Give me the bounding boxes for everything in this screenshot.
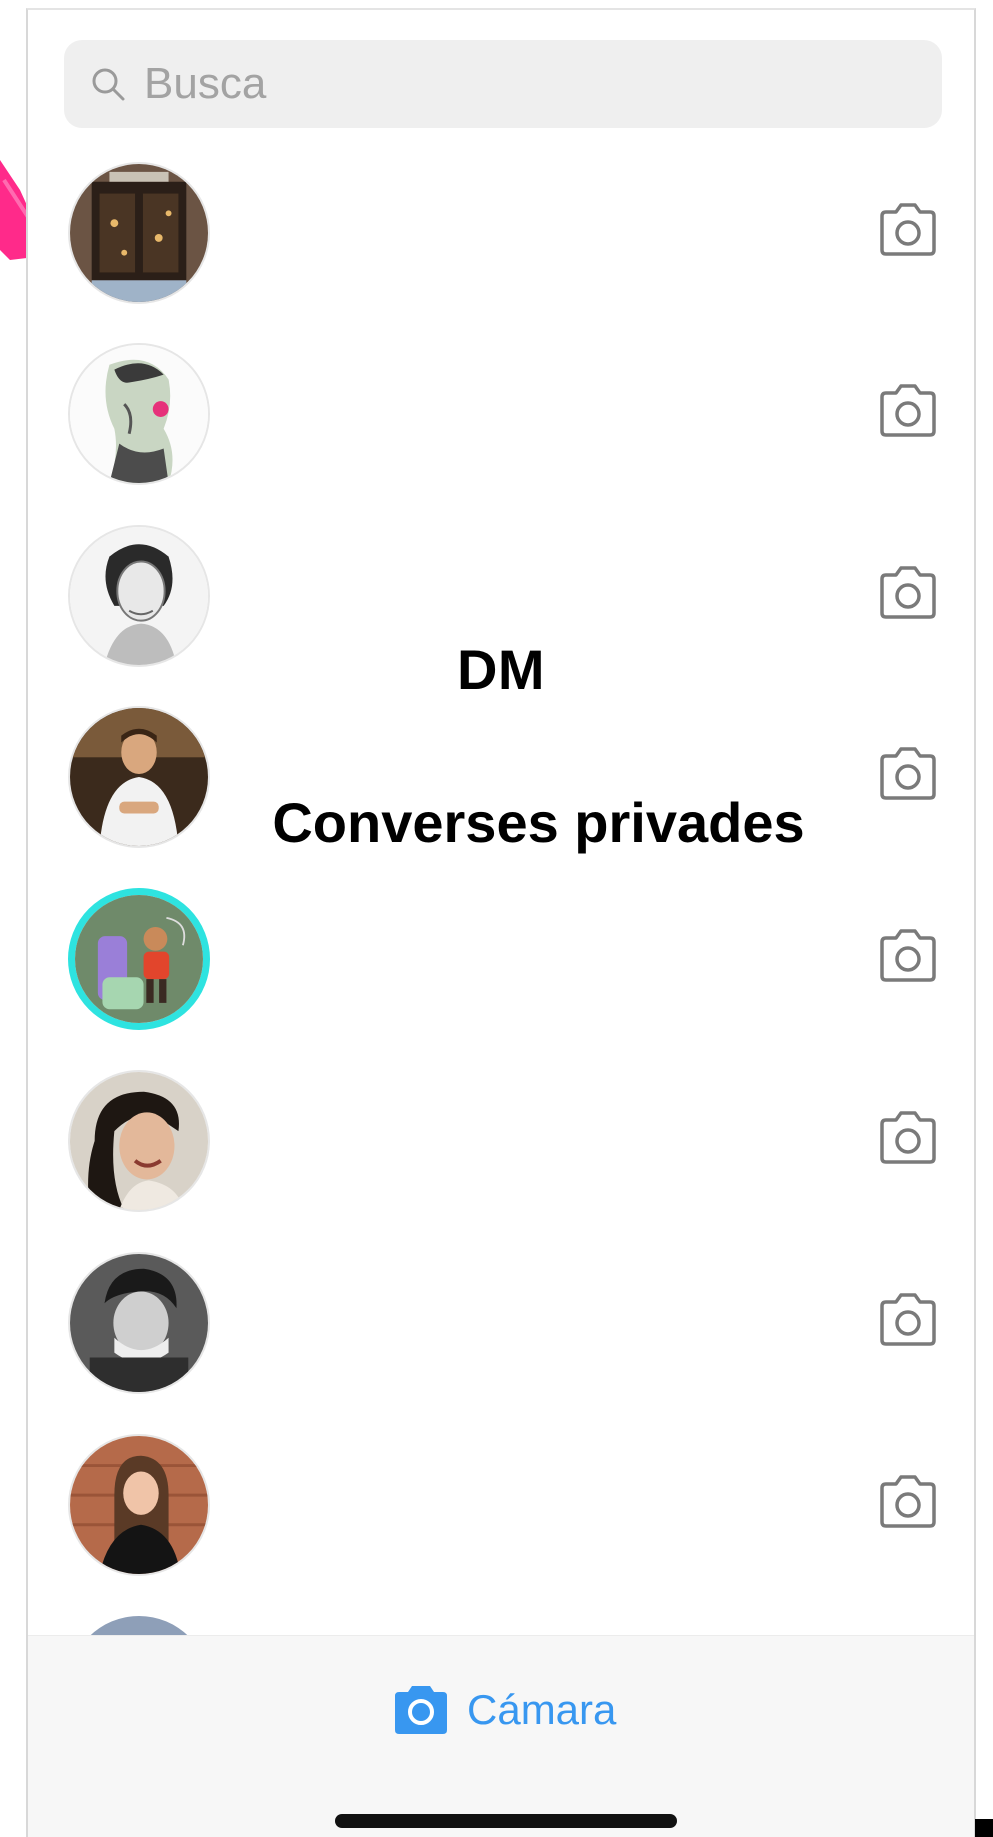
conversation-row[interactable] — [28, 343, 974, 525]
avatar-illustrated-man[interactable] — [68, 343, 210, 485]
search-placeholder: Busca — [144, 59, 267, 108]
overlay-subtitle: Converses privades — [272, 791, 805, 854]
home-indicator — [335, 1814, 677, 1828]
camera-icon[interactable] — [876, 1472, 940, 1530]
camera-icon[interactable] — [876, 200, 940, 258]
avatar-smiling-woman[interactable] — [68, 1070, 210, 1212]
conversation-row[interactable] — [28, 1070, 974, 1252]
camera-filled-icon — [395, 1686, 447, 1734]
conversation-row[interactable] — [28, 888, 974, 1070]
overlay-title: DM — [456, 638, 546, 701]
camera-icon[interactable] — [876, 563, 940, 621]
conversation-row[interactable] — [28, 1434, 974, 1616]
search-icon — [92, 68, 125, 101]
avatar-bw-man[interactable] — [68, 1252, 210, 1394]
conversation-row[interactable] — [28, 1252, 974, 1434]
camera-icon[interactable] — [876, 1290, 940, 1348]
avatar-cartoon-teal[interactable] — [68, 888, 210, 1030]
bottom-bar: Cámara — [28, 1635, 974, 1837]
conversation-row[interactable] — [28, 162, 974, 344]
search-input[interactable]: Busca — [64, 40, 942, 128]
corner-block — [975, 1819, 993, 1837]
avatar-shop-window[interactable] — [68, 162, 210, 304]
camera-tab-button[interactable]: Cámara — [393, 1680, 616, 1740]
direct-messages-screen: Busca Cámara — [26, 8, 976, 1837]
camera-icon[interactable] — [876, 1108, 940, 1166]
avatar-woman-brick[interactable] — [68, 1434, 210, 1576]
camera-tab-label: Cámara — [467, 1686, 617, 1733]
camera-icon[interactable] — [876, 926, 940, 984]
camera-icon[interactable] — [876, 381, 940, 439]
